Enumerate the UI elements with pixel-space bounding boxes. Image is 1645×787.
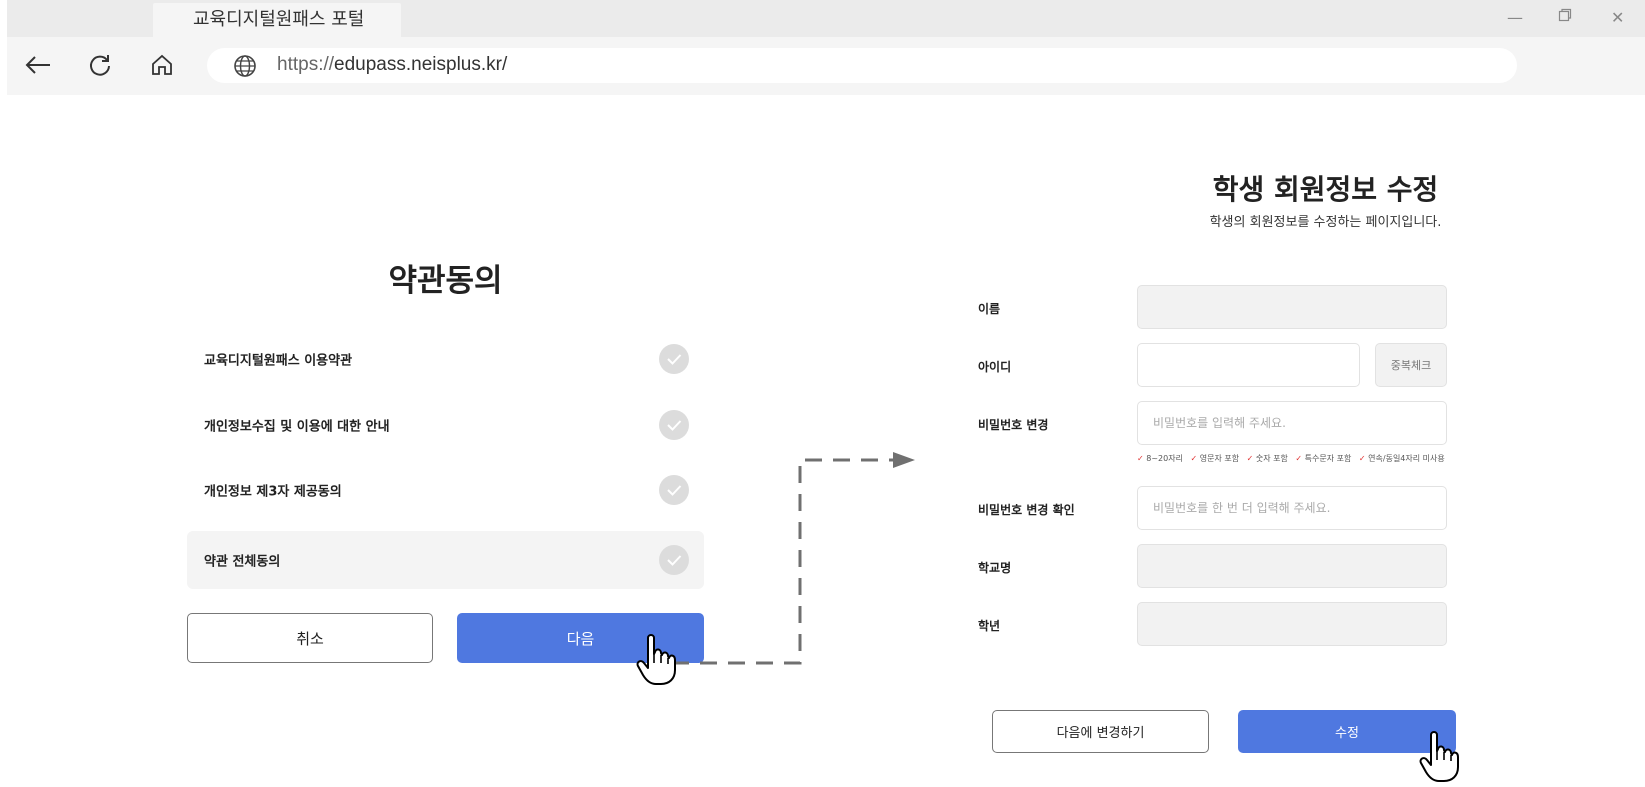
id-label: 아이디 <box>978 360 1012 374</box>
hand-cursor-icon <box>636 634 676 685</box>
grade-field <box>1137 602 1447 646</box>
name-label: 이름 <box>978 302 1001 316</box>
edit-subtitle: 학생의 회원정보를 수정하는 페이지입니다. <box>1209 215 1442 230</box>
school-label: 학교명 <box>978 561 1012 575</box>
password-label: 비밀번호 변경 <box>978 418 1049 432</box>
hand-cursor-icon <box>1419 731 1459 782</box>
school-field <box>1137 544 1447 588</box>
id-field[interactable] <box>1137 343 1360 387</box>
name-field <box>1137 285 1447 329</box>
check-mark-icon: ✓ <box>1246 454 1254 463</box>
flow-arrow <box>672 452 915 665</box>
password-confirm-field[interactable]: 비밀번호를 한 번 더 입력해 주세요. <box>1137 486 1447 530</box>
change-later-button[interactable]: 다음에 변경하기 <box>992 710 1209 753</box>
check-mark-icon: ✓ <box>1295 454 1303 463</box>
duplicate-check-button[interactable]: 중복체크 <box>1375 343 1447 387</box>
check-mark-icon: ✓ <box>1358 454 1366 463</box>
check-mark-icon: ✓ <box>1137 454 1144 463</box>
check-mark-icon: ✓ <box>1190 454 1198 463</box>
password-rules: ✓ 8~20자리 ✓ 영문자 포함 ✓ 숫자 포함 ✓ 특수문자 포함 ✓ 연속… <box>1137 454 1445 463</box>
grade-label: 학년 <box>978 619 1001 633</box>
password-confirm-label: 비밀번호 변경 확인 <box>978 503 1075 517</box>
password-field[interactable]: 비밀번호를 입력해 주세요. <box>1137 401 1447 445</box>
edit-title: 학생 회원정보 수정 <box>1212 173 1439 206</box>
